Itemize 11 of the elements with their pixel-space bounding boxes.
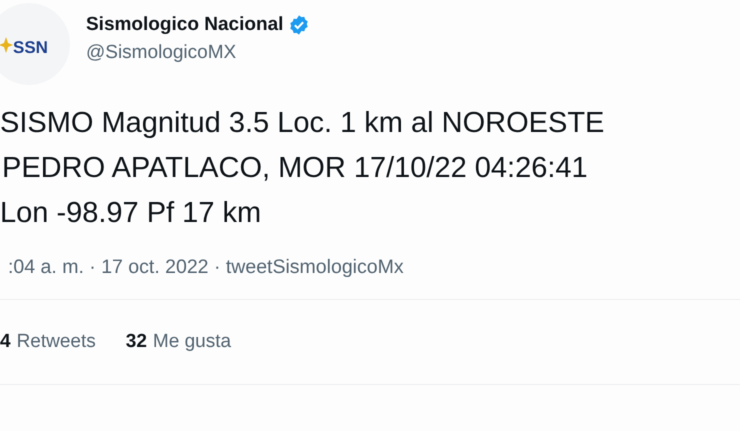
tweet-text-line: SISMO Magnitud 3.5 Loc. 1 km al NOROESTE bbox=[0, 106, 606, 141]
tweet-text-line: Lon -98.97 Pf 17 km bbox=[0, 196, 262, 231]
tweet-text-line: PEDRO APATLACO, MOR 17/10/22 04:26:41 bbox=[2, 151, 589, 186]
avatar[interactable]: SSN bbox=[0, 3, 70, 85]
stat-count[interactable]: 4 bbox=[0, 331, 11, 353]
author-name[interactable]: Sismologico Nacional bbox=[86, 14, 284, 36]
stat-label[interactable]: Me gusta bbox=[152, 331, 232, 353]
author-handle[interactable]: @SismologicoMX bbox=[86, 42, 310, 64]
stat-label[interactable]: Retweets bbox=[16, 331, 96, 353]
tweet-timestamp: :04 a. m. · 17 oct. 2022 · tweetSismologicoMx bbox=[8, 256, 405, 279]
stat-count[interactable]: 32 bbox=[126, 331, 147, 353]
